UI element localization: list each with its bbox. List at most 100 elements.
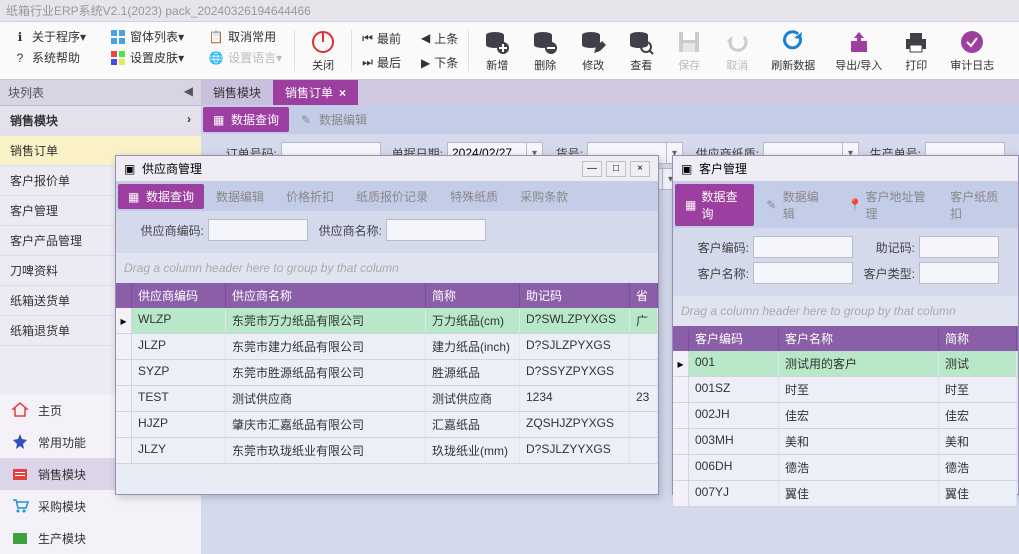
star-icon xyxy=(10,432,30,452)
customer-mnemonic-input[interactable] xyxy=(919,236,999,258)
col-supplier-code[interactable]: 供应商编码 xyxy=(132,283,226,308)
supplier-tab-query[interactable]: ▦数据查询 xyxy=(118,184,204,209)
table-row[interactable]: 002JH 佳宏 佳宏 xyxy=(673,403,1018,429)
info-icon: ℹ xyxy=(12,29,28,45)
customer-code-label: 客户编码: xyxy=(687,239,749,256)
col-customer-short[interactable]: 简称 xyxy=(939,326,1017,351)
customer-tab-edit[interactable]: ✎数据编辑 xyxy=(756,184,835,226)
tab-sales-module[interactable]: 销售模块 xyxy=(201,80,273,105)
edit-icon: ✎ xyxy=(301,113,315,127)
supplier-code-input[interactable] xyxy=(208,219,308,241)
customer-type-input[interactable] xyxy=(919,262,999,284)
save-icon xyxy=(675,28,703,55)
delete-button[interactable]: 删除 xyxy=(521,26,569,75)
edit-icon: ✎ xyxy=(766,198,778,212)
refresh-icon xyxy=(779,28,807,55)
supplier-name-input[interactable] xyxy=(386,219,486,241)
minimize-button[interactable]: — xyxy=(582,161,602,177)
refresh-button[interactable]: 刷新数据 xyxy=(761,26,825,75)
first-button[interactable]: ⏮最前 xyxy=(360,28,403,49)
collapse-icon[interactable]: ◀ xyxy=(184,84,193,101)
supplier-code-label: 供应商编码: xyxy=(130,222,204,239)
system-help[interactable]: ?系统帮助 xyxy=(8,47,90,68)
table-row[interactable]: SYZP 东莞市胜源纸品有限公司 胜源纸品 D?SSYZPYXGS xyxy=(116,360,658,386)
module-section[interactable]: 销售模块 › xyxy=(0,106,201,136)
supplier-tab-edit[interactable]: 数据编辑 xyxy=(206,184,274,209)
language-icon: 🌐 xyxy=(208,50,224,66)
db-edit-icon xyxy=(579,28,607,55)
supplier-tab-special[interactable]: 特殊纸质 xyxy=(440,184,508,209)
modify-button[interactable]: 修改 xyxy=(569,26,617,75)
window-list[interactable]: 窗体列表 ▾ xyxy=(106,26,188,47)
col-province[interactable]: 省 xyxy=(630,283,658,308)
cart-icon xyxy=(10,496,30,516)
db-add-icon xyxy=(483,28,511,55)
add-button[interactable]: 新增 xyxy=(473,26,521,75)
cancel-common[interactable]: 📋取消常用 xyxy=(204,26,286,47)
print-icon xyxy=(902,28,930,55)
print-button[interactable]: 打印 xyxy=(892,26,940,75)
sales-icon xyxy=(10,464,30,484)
col-supplier-name[interactable]: 供应商名称 xyxy=(226,283,426,308)
export-button[interactable]: 导出/导入 xyxy=(825,26,892,75)
cancel-button: 取消 xyxy=(713,26,761,75)
col-mnemonic[interactable]: 助记码 xyxy=(520,283,630,308)
ribbon: ℹ关于程序 ▾ ?系统帮助 窗体列表 ▾ 设置皮肤 ▾ 📋取消常用 🌐设置语言 … xyxy=(0,22,1019,80)
last-button[interactable]: ⏭最后 xyxy=(360,52,403,73)
help-icon: ? xyxy=(12,50,28,66)
supplier-tab-price[interactable]: 价格折扣 xyxy=(276,184,344,209)
table-row[interactable]: TEST 测试供应商 测试供应商 1234 23 xyxy=(116,386,658,412)
table-row[interactable]: 006DH 德浩 德浩 xyxy=(673,455,1018,481)
table-row[interactable]: ▸ 001 测试用的客户 测试 xyxy=(673,351,1018,377)
customer-window: ▣客户管理 ▦数据查询 ✎数据编辑 📍客户地址管理 客户纸质扣 客户编码: 助记… xyxy=(672,155,1019,495)
next-button[interactable]: ▶下条 xyxy=(419,52,460,73)
col-customer-code[interactable]: 客户编码 xyxy=(689,326,779,351)
about-program[interactable]: ℹ关于程序 ▾ xyxy=(8,26,90,47)
close-tab-icon[interactable]: × xyxy=(339,86,346,100)
power-icon xyxy=(309,28,337,55)
customer-name-input[interactable] xyxy=(753,262,853,284)
table-row[interactable]: 001SZ 时至 时至 xyxy=(673,377,1018,403)
title-bar: 纸箱行业ERP系统V2.1(2023) pack_202403261946444… xyxy=(0,0,1019,22)
table-row[interactable]: 007YJ 翼佳 翼佳 xyxy=(673,481,1018,507)
maximize-button[interactable]: □ xyxy=(606,161,626,177)
set-skin[interactable]: 设置皮肤 ▾ xyxy=(106,47,188,68)
table-row[interactable]: ▸ WLZP 东莞市万力纸品有限公司 万力纸品(cm) D?SWLZPYXGS … xyxy=(116,308,658,334)
table-row[interactable]: HJZP 肇庆市汇嘉纸品有限公司 汇嘉纸品 ZQSHJZPYXGS xyxy=(116,412,658,438)
table-row[interactable]: JLZY 东莞市玖珑纸业有限公司 玖珑纸业(mm) D?SJLZYYXGS xyxy=(116,438,658,464)
windows-icon xyxy=(110,29,126,45)
tab-sales-order[interactable]: 销售订单× xyxy=(273,80,358,105)
view-button[interactable]: 查看 xyxy=(617,26,665,75)
prev-icon: ◀ xyxy=(421,31,430,45)
set-language: 🌐设置语言 ▾ xyxy=(204,47,286,68)
supplier-window-title: 供应商管理 xyxy=(142,160,202,177)
audit-button[interactable]: 审计日志 xyxy=(940,26,1004,75)
table-row[interactable]: JLZP 东莞市建力纸品有限公司 建力纸品(inch) D?SJLZPYXGS xyxy=(116,334,658,360)
customer-tab-query[interactable]: ▦数据查询 xyxy=(675,184,754,226)
supplier-grid: Drag a column header here to group by th… xyxy=(116,253,658,464)
supplier-name-label: 供应商名称: xyxy=(308,222,382,239)
export-icon xyxy=(845,28,873,55)
customer-tab-paper[interactable]: 客户纸质扣 xyxy=(940,184,1014,226)
close-window-button[interactable]: × xyxy=(630,161,650,177)
table-row[interactable]: 003MH 美和 美和 xyxy=(673,429,1018,455)
supplier-icon: ▣ xyxy=(124,162,138,176)
next-icon: ▶ xyxy=(421,56,430,70)
home-icon xyxy=(10,400,30,420)
customer-code-input[interactable] xyxy=(753,236,853,258)
subtab-edit[interactable]: ✎数据编辑 xyxy=(291,107,377,132)
prev-button[interactable]: ◀上条 xyxy=(419,28,460,49)
subtab-query[interactable]: ▦数据查询 xyxy=(203,107,289,132)
col-customer-name[interactable]: 客户名称 xyxy=(779,326,939,351)
customer-mnemonic-label: 助记码: xyxy=(853,239,915,256)
module-header: 块列表◀ xyxy=(0,80,201,106)
supplier-window: ▣ 供应商管理 — □ × ▦数据查询 数据编辑 价格折扣 纸质报价记录 特殊纸质… xyxy=(115,155,659,495)
supplier-tab-purchase[interactable]: 采购条款 xyxy=(510,184,578,209)
customer-tab-address[interactable]: 📍客户地址管理 xyxy=(837,184,938,226)
close-button[interactable]: 关闭 xyxy=(299,26,347,75)
nav-production[interactable]: 生产模块 xyxy=(0,522,201,554)
first-icon: ⏮ xyxy=(362,31,373,46)
col-short[interactable]: 简称 xyxy=(426,283,520,308)
supplier-tab-paper[interactable]: 纸质报价记录 xyxy=(346,184,438,209)
customer-name-label: 客户名称: xyxy=(687,265,749,282)
